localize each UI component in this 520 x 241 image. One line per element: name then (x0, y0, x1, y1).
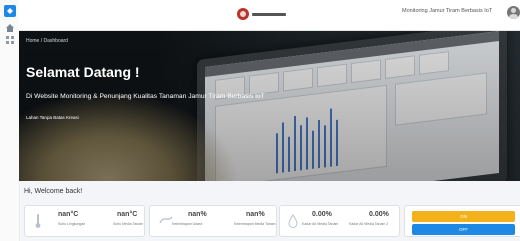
hero-tagline: Lahan Tanpa Batas Kreasi (26, 115, 79, 120)
home-icon[interactable] (5, 23, 15, 33)
metric-value: nan°C (117, 211, 138, 218)
metric-label: Suhu Media Tanam (113, 222, 144, 226)
metric-label: Kelembapan Udara (172, 222, 203, 226)
metric-label: Kadar Air Media Tanam 2 (349, 222, 389, 226)
brand[interactable] (237, 7, 286, 21)
hero-subtitle: Di Website Monitoring & Penunjang Kualit… (26, 93, 265, 100)
moisture-card: 0.00% Kadar Air Media Tanam 0.00% Kadar … (279, 205, 400, 237)
humidity-card: nan% Kelembapan Udara nan% Kelembapan Me… (149, 205, 277, 237)
page-title: Selamat Datang ! (26, 64, 140, 80)
metric-value: 0.00% (369, 211, 389, 218)
metric-label: Kelembapan Media Tanam (234, 222, 276, 226)
water-drop-icon (288, 213, 298, 229)
metric-label: Kadar Air Media Tanam (302, 222, 339, 226)
brand-wordmark (252, 12, 286, 16)
avatar[interactable] (507, 6, 520, 19)
topbar: Monitoring Jamur Tiram Berbasis IoT (19, 0, 520, 31)
off-button[interactable]: OFF (412, 224, 515, 235)
metric-value: 0.00% (312, 211, 332, 218)
brand-logo-icon (237, 8, 249, 20)
thermometer-icon (33, 213, 43, 229)
breadcrumb[interactable]: Home / Dashboard (26, 38, 68, 44)
temperature-card: nan°C Suhu Lingkungan nan°C Suhu Media T… (24, 205, 145, 237)
metric-value: nan% (246, 211, 265, 218)
sidebar (0, 0, 20, 241)
app-logo-icon[interactable] (4, 5, 16, 17)
metric-label: Suhu Lingkungan (58, 222, 86, 226)
on-button[interactable]: ON (412, 211, 515, 222)
top-user-label: Monitoring Jamur Tiram Berbasis IoT (402, 8, 493, 14)
welcome-text: Hi, Welcome back! (24, 188, 83, 195)
hero-banner: Home / Dashboard Selamat Datang ! Di Web… (19, 31, 520, 181)
humidity-icon (158, 213, 174, 229)
metric-value: nan% (188, 211, 207, 218)
metric-value: nan°C (58, 211, 79, 218)
grid-icon[interactable] (5, 35, 15, 45)
